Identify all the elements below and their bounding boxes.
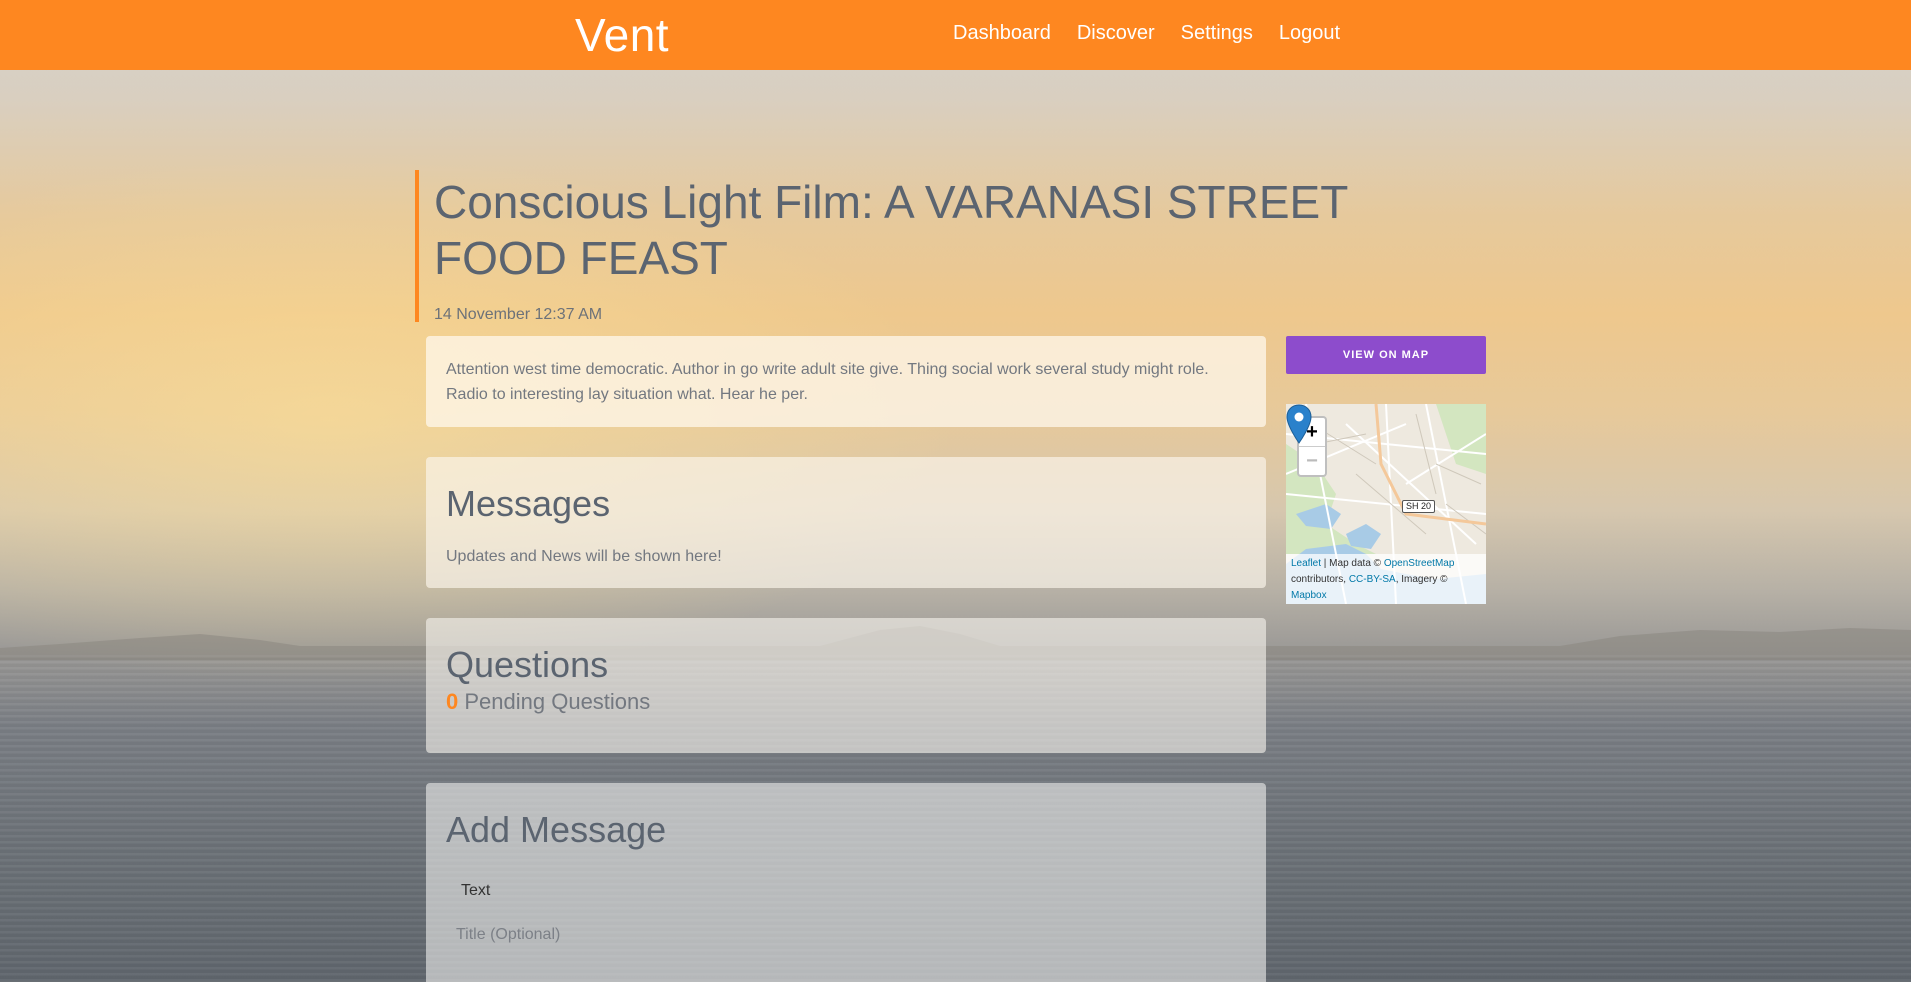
message-type-select[interactable]: Text <box>446 878 976 904</box>
main-nav: Dashboard Discover Settings Logout <box>953 22 1366 45</box>
top-navbar: Vent Dashboard Discover Settings Logout <box>0 0 1911 70</box>
questions-heading: Questions <box>446 644 609 685</box>
page-title: Conscious Light Film: A VARANASI STREET … <box>434 176 1348 284</box>
mapbox-link[interactable]: Mapbox <box>1291 590 1327 601</box>
nav-discover[interactable]: Discover <box>1077 22 1155 45</box>
location-map[interactable]: + − SH 20 Leaflet | Map data © OpenStree… <box>1286 404 1486 604</box>
messages-empty-note: Updates and News will be shown here! <box>446 548 722 565</box>
message-title-input[interactable] <box>446 922 1266 948</box>
license-link[interactable]: CC-BY-SA <box>1349 574 1396 585</box>
map-attribution: Leaflet | Map data © OpenStreetMap contr… <box>1286 554 1486 604</box>
nav-logout[interactable]: Logout <box>1279 22 1340 45</box>
map-marker-icon[interactable] <box>1286 404 1312 444</box>
event-description: Attention west time democratic. Author i… <box>446 361 1209 403</box>
pending-questions: 0 Pending Questions <box>446 689 1246 715</box>
attribution-text-1: | Map data © <box>1321 558 1384 569</box>
view-on-map-button[interactable]: VIEW ON MAP <box>1286 336 1486 374</box>
pending-count: 0 <box>446 689 459 714</box>
messages-card: Messages Updates and News will be shown … <box>426 457 1266 588</box>
add-message-card: Add Message Text <box>426 783 1266 982</box>
attribution-text-2: contributors, <box>1291 574 1349 585</box>
attribution-text-3: , Imagery © <box>1395 574 1448 585</box>
leaflet-link[interactable]: Leaflet <box>1291 558 1321 569</box>
pending-label: Pending Questions <box>464 689 651 714</box>
nav-settings[interactable]: Settings <box>1181 22 1253 45</box>
add-message-heading: Add Message <box>446 809 667 850</box>
zoom-out-button[interactable]: − <box>1299 446 1325 475</box>
event-date: 14 November 12:37 AM <box>434 306 603 323</box>
road-label: SH 20 <box>1402 500 1436 513</box>
event-description-card: Attention west time democratic. Author i… <box>426 336 1266 427</box>
questions-card: Questions 0 Pending Questions <box>426 618 1266 753</box>
nav-dashboard[interactable]: Dashboard <box>953 22 1051 45</box>
brand-logo[interactable]: Vent <box>575 8 669 62</box>
event-header: Conscious Light Film: A VARANASI STREET … <box>415 170 1415 323</box>
messages-heading: Messages <box>446 483 611 524</box>
openstreetmap-link[interactable]: OpenStreetMap <box>1384 558 1455 569</box>
